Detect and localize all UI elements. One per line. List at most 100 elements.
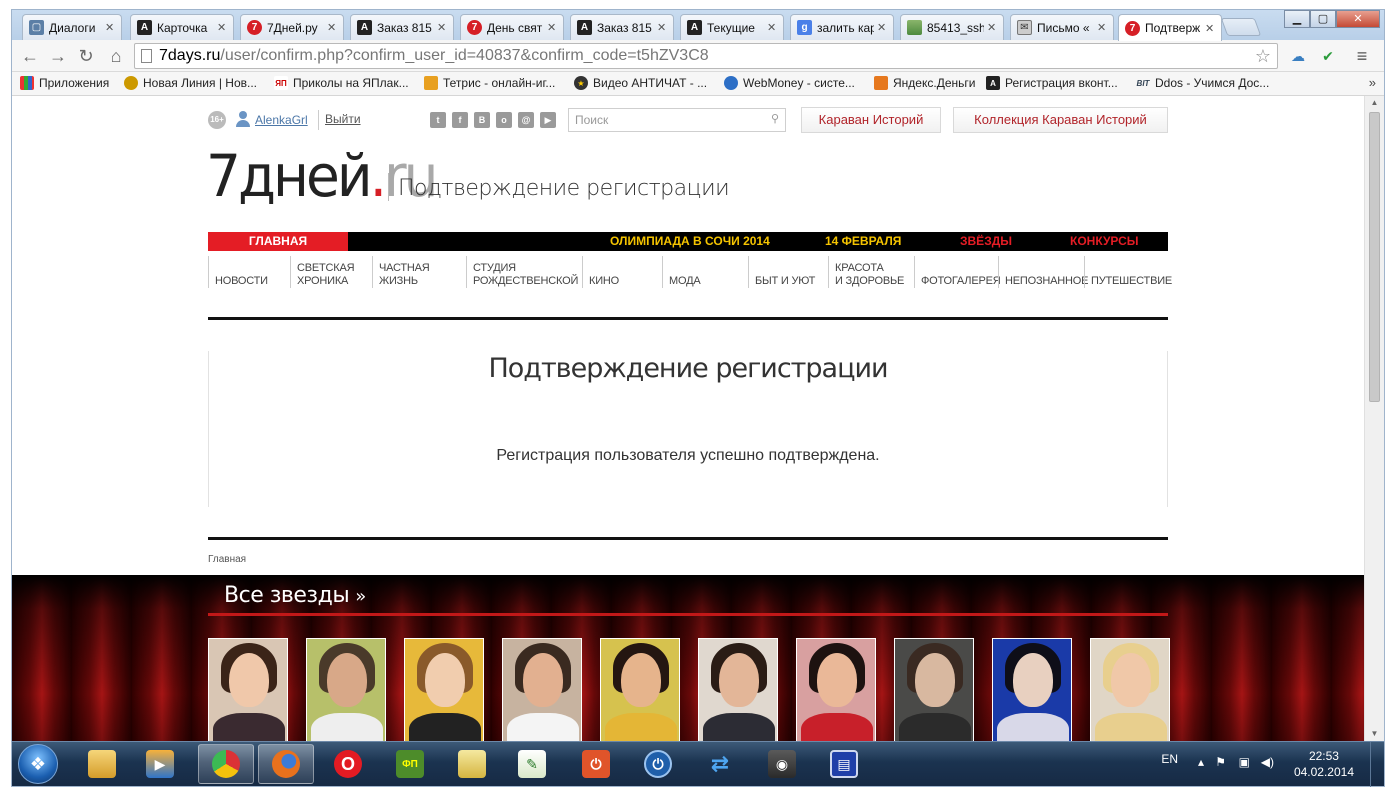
forward-button[interactable]: → [46,44,70,68]
nav-private-life[interactable]: ЧАСТНАЯ ЖИЗНЬ [372,256,430,288]
windows-start-icon[interactable]: ❖ [18,744,58,784]
close-icon[interactable]: ✕ [987,21,999,34]
bookmark-star-icon[interactable]: ☆ [1255,44,1271,68]
tray-overflow-icon[interactable]: ▴ [1198,755,1204,769]
tab-6[interactable]: A Текущие ✕ [680,14,784,40]
facebook-icon[interactable]: f [452,112,468,128]
star-photo[interactable] [1090,638,1170,741]
taskbar-media-player[interactable]: ▶ [132,744,188,784]
volume-icon[interactable]: ◀) [1261,755,1274,769]
taskbar-floppy[interactable]: ▤ [816,744,872,784]
close-icon[interactable]: ✕ [1205,22,1217,35]
star-photo[interactable] [894,638,974,741]
odnoklassniki-icon[interactable]: о [496,112,512,128]
close-icon[interactable]: ✕ [767,21,779,34]
tab-1[interactable]: A Карточка ✕ [130,14,234,40]
nav-travel[interactable]: ПУТЕШЕСТВИЕ [1084,256,1172,288]
nav-home[interactable]: ГЛАВНАЯ [208,232,348,251]
close-icon[interactable]: ✕ [547,21,559,34]
youtube-icon[interactable]: ▶ [540,112,556,128]
vk-icon[interactable]: В [474,112,490,128]
network-icon[interactable]: ▣ [1239,755,1250,769]
username-link[interactable]: AlenkaGrl [255,113,308,127]
tab-10-active[interactable]: 7 Подтверж ✕ [1118,14,1222,41]
menu-icon[interactable]: ≡ [1350,44,1374,68]
nav-olympics[interactable]: ОЛИМПИАДА В СОЧИ 2014 [610,232,770,251]
bookmark-2[interactable]: ЯП Приколы на ЯПлак... [274,76,409,90]
taskbar-power-manager[interactable]: ⏻ [630,744,686,784]
mail-ru-icon[interactable]: @ [518,112,534,128]
star-photo[interactable] [600,638,680,741]
close-icon[interactable]: ✕ [877,21,889,34]
nav-society[interactable]: СВЕТСКАЯ ХРОНИКА [290,256,355,288]
nav-feb14[interactable]: 14 ФЕВРАЛЯ [825,232,901,251]
taskbar-explorer[interactable] [74,744,130,784]
bookmark-6[interactable]: Яндекс.Деньги [874,76,975,90]
scrollbar-thumb[interactable] [1369,112,1380,402]
tab-4[interactable]: 7 День свят ✕ [460,14,564,40]
action-center-icon[interactable]: ⚑ [1215,755,1226,769]
close-icon[interactable]: ✕ [327,21,339,34]
taskbar-chrome[interactable] [198,744,254,784]
bookmarks-overflow-icon[interactable]: » [1369,75,1376,90]
nav-stars[interactable]: ЗВЁЗДЫ [960,232,1012,251]
system-clock[interactable]: 22:53 04.02.2014 [1294,748,1354,780]
nav-home-life[interactable]: БЫТ И УЮТ [748,256,815,288]
tab-2[interactable]: 7 7Дней.ру ✕ [240,14,344,40]
taskbar-sync[interactable]: ⇄ [692,744,748,784]
back-button[interactable]: ← [18,44,42,68]
tab-8[interactable]: 85413_ssh ✕ [900,14,1004,40]
language-indicator[interactable]: EN [1161,752,1178,766]
tab-0[interactable]: ▢ Диалоги ✕ [22,14,122,40]
breadcrumb[interactable]: Главная [208,554,246,565]
star-photo[interactable] [992,638,1072,741]
page-scrollbar[interactable]: ▲ ▼ [1364,96,1384,741]
bookmark-3[interactable]: Тетрис - онлайн-иг... [424,76,555,90]
taskbar-game[interactable]: ФП [382,744,438,784]
star-photo[interactable] [404,638,484,741]
nav-contests[interactable]: КОНКУРСЫ [1070,232,1139,251]
close-icon[interactable]: ✕ [1097,21,1109,34]
nav-news[interactable]: НОВОСТИ [208,256,268,288]
login-extension-icon[interactable]: ✔ [1316,44,1340,68]
show-desktop-button[interactable] [1370,742,1384,787]
logout-link[interactable]: Выйти [325,112,361,126]
scroll-up-icon[interactable]: ▲ [1365,96,1384,110]
cloud-extension-icon[interactable]: ☁ [1286,44,1310,68]
nav-studio[interactable]: СТУДИЯ РОЖДЕСТВЕНСКОЙ [466,256,578,288]
new-tab-button[interactable] [1220,18,1262,36]
scroll-down-icon[interactable]: ▼ [1365,727,1384,741]
star-photo[interactable] [306,638,386,741]
bookmark-4[interactable]: ★ Видео АНТИЧАТ - ... [574,76,707,90]
caravan-collection-button[interactable]: Коллекция Караван Историй [953,107,1168,133]
star-photo[interactable] [208,638,288,741]
twitter-icon[interactable]: t [430,112,446,128]
bookmark-apps[interactable]: Приложения [20,76,109,90]
nav-beauty[interactable]: КРАСОТА И ЗДОРОВЬЕ [828,256,904,288]
bookmark-7[interactable]: A Регистрация вконт... [986,76,1118,90]
nav-fashion[interactable]: МОДА [662,256,701,288]
taskbar-image-viewer[interactable] [444,744,500,784]
search-input[interactable]: Поиск ⚲ [568,108,786,132]
address-bar[interactable]: 7days.ru/user/confirm.php?confirm_user_i… [134,43,1278,69]
taskbar-firefox[interactable] [258,744,314,784]
taskbar-steam[interactable]: ◉ [754,744,810,784]
all-stars-heading[interactable]: Все звезды» [224,583,366,608]
close-icon[interactable]: ✕ [217,21,229,34]
taskbar-power[interactable]: ⏻ [568,744,624,784]
star-photo[interactable] [698,638,778,741]
nav-photogallery[interactable]: ФОТОГАЛЕРЕЯ [914,256,1001,288]
nav-cinema[interactable]: КИНО [582,256,619,288]
home-button[interactable]: ⌂ [104,44,128,68]
minimize-button[interactable]: ▁ [1284,10,1310,28]
star-photo[interactable] [796,638,876,741]
taskbar-opera[interactable]: O [320,744,376,784]
caravan-button[interactable]: Караван Историй [801,107,941,133]
tab-7[interactable]: g залить кар ✕ [790,14,894,40]
close-window-button[interactable]: ✕ [1336,10,1380,28]
star-photo[interactable] [502,638,582,741]
close-icon[interactable]: ✕ [437,21,449,34]
close-icon[interactable]: ✕ [105,21,117,34]
maximize-button[interactable]: ▢ [1310,10,1336,28]
bookmark-1[interactable]: Новая Линия | Нов... [124,76,257,90]
